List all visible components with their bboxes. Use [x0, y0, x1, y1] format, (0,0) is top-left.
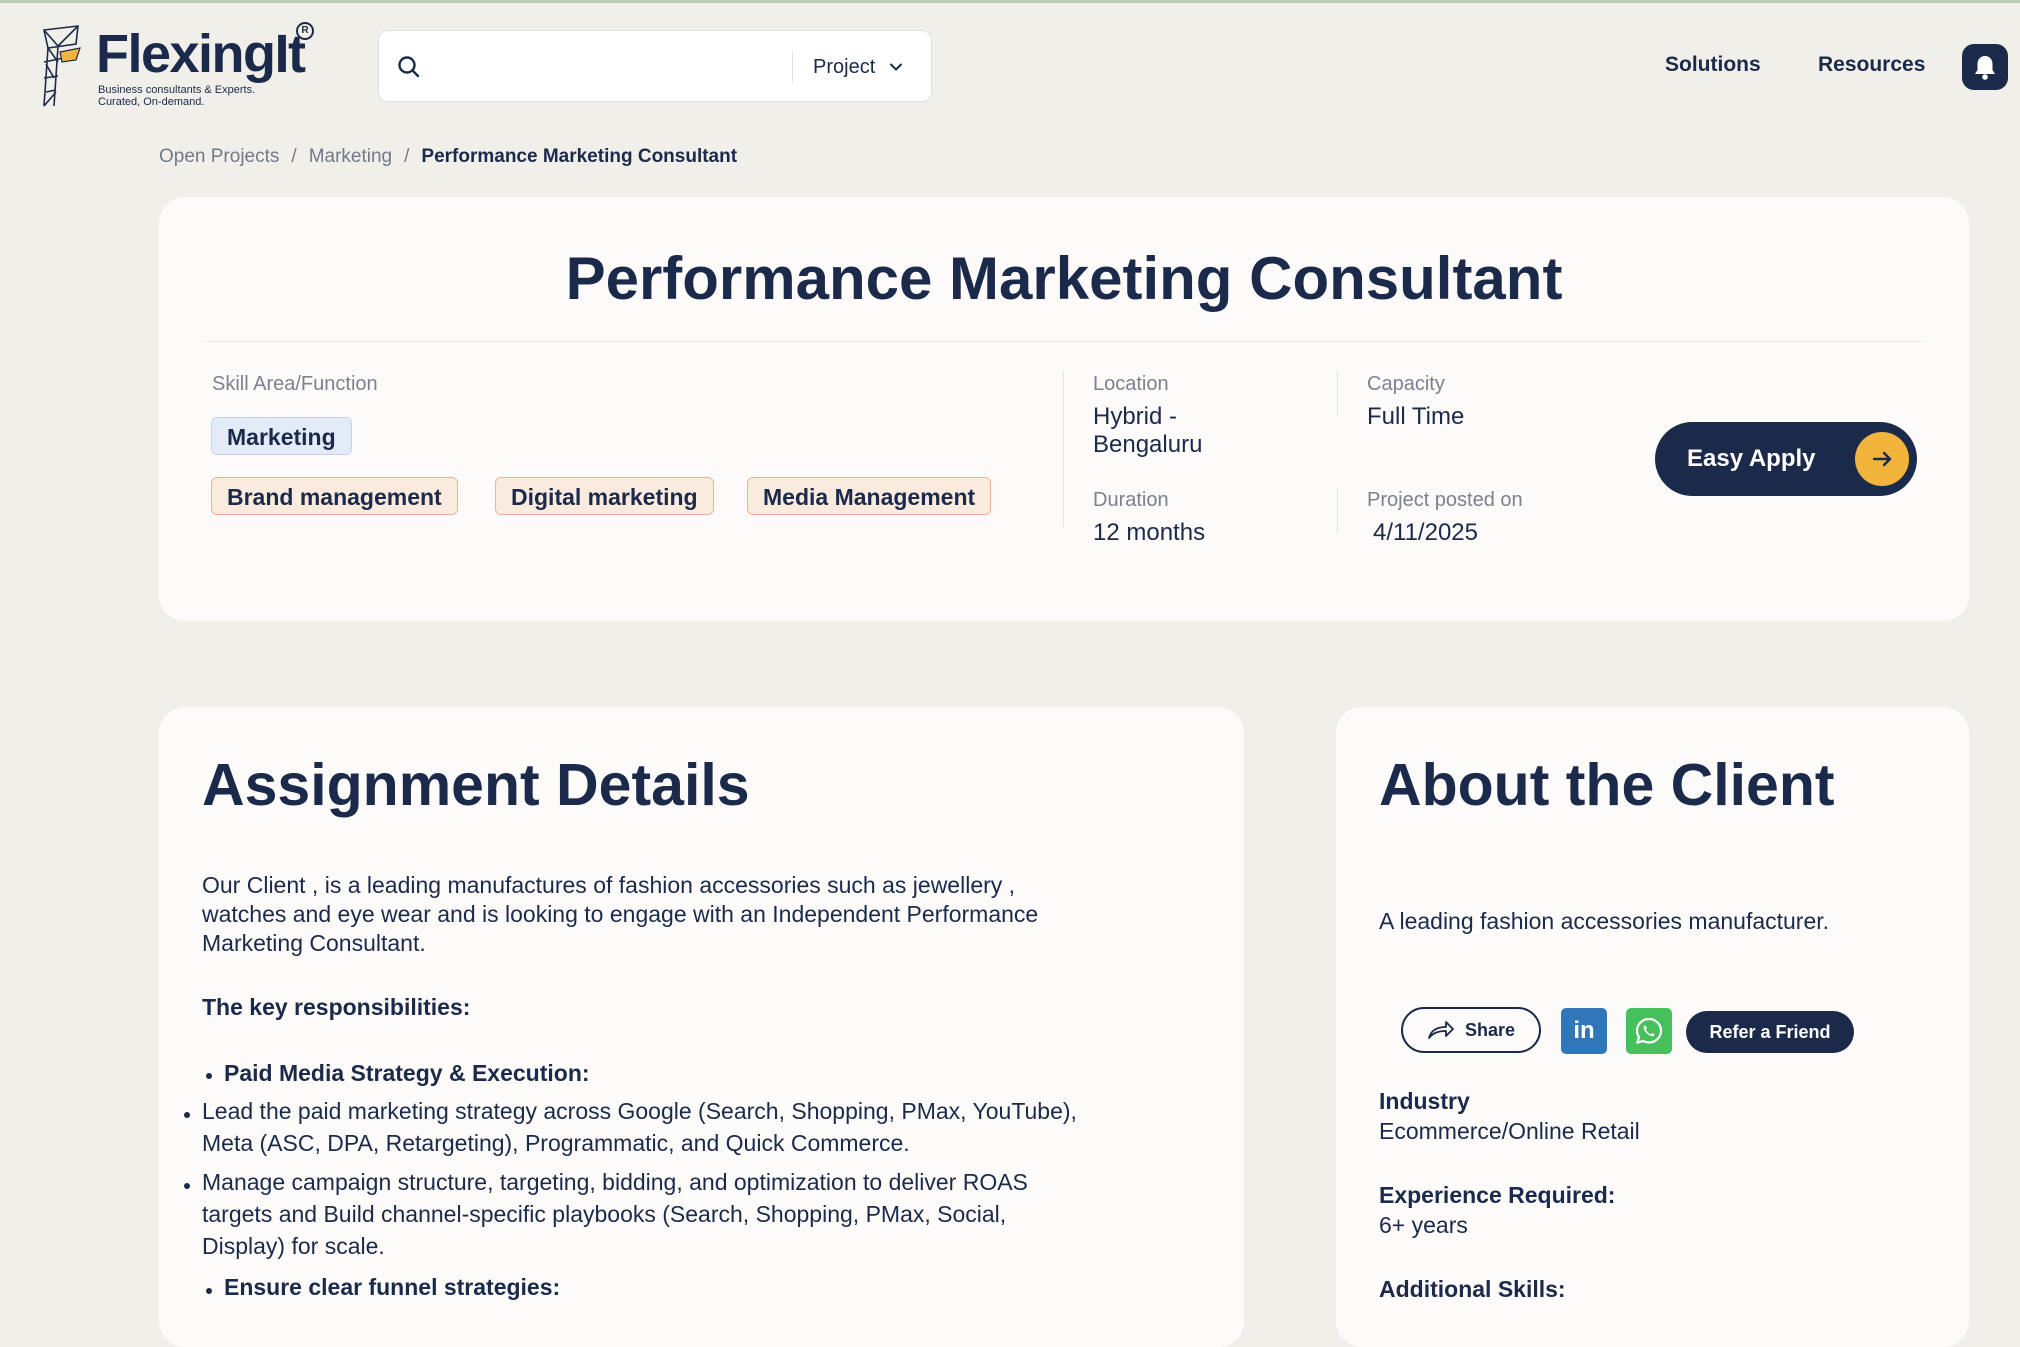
location-label: Location [1093, 373, 1169, 395]
search-scope-value: Project [813, 55, 876, 78]
search-bar: Project [378, 30, 943, 102]
item-2-line-2: targets and Build channel-specific playb… [202, 1201, 1007, 1227]
search-icon[interactable] [395, 53, 423, 81]
linkedin-share-button[interactable]: in [1561, 1008, 1607, 1054]
whatsapp-icon [1635, 1017, 1663, 1045]
location-line-1: Hybrid - [1093, 403, 1178, 430]
capacity-block: Capacity Full Time [1367, 371, 1597, 431]
posted-block: Project posted on 4/11/2025 [1367, 487, 1597, 547]
breadcrumb: Open Projects / Marketing / Performance … [159, 146, 737, 168]
assignment-title: Assignment Details [202, 752, 750, 818]
share-arrow-icon [1428, 1021, 1454, 1039]
function-tag: Marketing [211, 417, 352, 455]
client-description: A leading fashion accessories manufactur… [1379, 908, 1830, 934]
item-1-line-2: Meta (ASC, DPA, Retargeting), Programmat… [202, 1130, 910, 1156]
meta-divider [1063, 371, 1064, 527]
responsibility-item-1: Lead the paid marketing strategy across … [202, 1095, 1222, 1159]
skill-tag-digital-marketing: Digital marketing [495, 477, 714, 515]
responsibilities-heading: The key responsibilities: [202, 994, 471, 1020]
additional-skills-label: Additional Skills: [1379, 1276, 1566, 1302]
breadcrumb-marketing[interactable]: Marketing [309, 146, 392, 168]
brand-name: FlexingIt [96, 24, 306, 84]
location-block: Location Hybrid - Bengaluru [1093, 371, 1323, 459]
responsibility-item-2: Manage campaign structure, targeting, bi… [202, 1166, 1222, 1262]
project-title: Performance Marketing Consultant [565, 245, 1563, 312]
breadcrumb-separator: / [291, 146, 297, 167]
notifications-button[interactable] [1962, 44, 2008, 90]
search-scope-dropdown[interactable]: Project [813, 45, 923, 89]
experience-value: 6+ years [1379, 1212, 1468, 1238]
easy-apply-button[interactable]: Easy Apply [1655, 422, 1917, 496]
nav-solutions[interactable]: Solutions [1665, 50, 1761, 80]
item-1-line-1: Lead the paid marketing strategy across … [202, 1098, 1077, 1124]
industry-label: Industry [1379, 1088, 1470, 1114]
duration-block: Duration 12 months [1093, 487, 1323, 547]
experience-label: Experience Required: [1379, 1182, 1616, 1208]
meta-divider [1337, 487, 1338, 533]
bell-icon [1975, 56, 1995, 80]
intro-line-1: Our Client , is a leading manufactures o… [202, 872, 1016, 898]
skill-tag-media-management: Media Management [747, 477, 992, 515]
bullet-dot [184, 1183, 190, 1189]
intro-line-3: Marketing Consultant. [202, 930, 426, 956]
industry-value: Ecommerce/Online Retail [1379, 1118, 1640, 1144]
title-divider [204, 341, 1924, 342]
refer-friend-button[interactable]: Refer a Friend [1686, 1011, 1854, 1053]
share-button[interactable]: Share [1401, 1007, 1541, 1053]
chevron-down-icon [890, 63, 903, 71]
duration-value: 12 months [1093, 519, 1206, 546]
brand-logo[interactable]: FlexingIt R Business consultants & Exper… [34, 22, 324, 114]
item-2-line-1: Manage campaign structure, targeting, bi… [202, 1169, 1028, 1195]
assignment-intro: Our Client , is a leading manufactures o… [202, 871, 1212, 958]
skill-area-label: Skill Area/Function [212, 373, 378, 395]
easy-apply-label: Easy Apply [1687, 445, 1816, 472]
registered-mark: R [296, 22, 314, 40]
tagline-line-1: Business consultants & Experts. [98, 84, 256, 96]
skill-tag-brand-management: Brand management [211, 477, 458, 515]
assignment-details-card: Assignment Details Our Client , is a lea… [159, 707, 1244, 1347]
share-label: Share [1464, 1019, 1516, 1040]
meta-divider [1337, 371, 1338, 417]
location-value: Hybrid - Bengaluru [1093, 403, 1323, 459]
nav-resources[interactable]: Resources [1818, 50, 1925, 80]
sub-heading-paid-media: Paid Media Strategy & Execution: [224, 1060, 590, 1086]
top-accent-line [0, 0, 2020, 3]
posted-value: 4/11/2025 [1373, 519, 1478, 546]
sub-heading-funnel: Ensure clear funnel strategies: [224, 1274, 561, 1300]
search-divider [792, 51, 793, 83]
linkedin-icon: in [1573, 1017, 1595, 1044]
logo-mark-icon [43, 25, 81, 107]
project-summary-card: Performance Marketing Consultant Skill A… [159, 197, 1969, 621]
about-client-card: About the Client A leading fashion acces… [1336, 707, 1969, 1347]
intro-line-2: watches and eye wear and is looking to e… [202, 901, 1039, 927]
arrow-right-icon [1855, 432, 1909, 486]
client-title: About the Client [1379, 752, 1835, 818]
brand-tagline: Business consultants & Experts. Curated,… [98, 84, 298, 108]
whatsapp-share-button[interactable] [1626, 1008, 1672, 1054]
breadcrumb-separator: / [404, 146, 410, 167]
capacity-label: Capacity [1367, 373, 1445, 395]
breadcrumb-open-projects[interactable]: Open Projects [159, 146, 279, 168]
breadcrumb-current: Performance Marketing Consultant [421, 146, 738, 167]
capacity-value: Full Time [1367, 403, 1465, 430]
bullet-dot [206, 1288, 212, 1294]
location-line-2: Bengaluru [1093, 431, 1203, 458]
item-2-line-3: Display) for scale. [202, 1233, 385, 1259]
tagline-line-2: Curated, On-demand. [98, 96, 205, 108]
bullet-dot [206, 1073, 212, 1079]
bullet-dot [184, 1112, 190, 1118]
duration-label: Duration [1093, 489, 1169, 511]
posted-label: Project posted on [1367, 489, 1523, 511]
